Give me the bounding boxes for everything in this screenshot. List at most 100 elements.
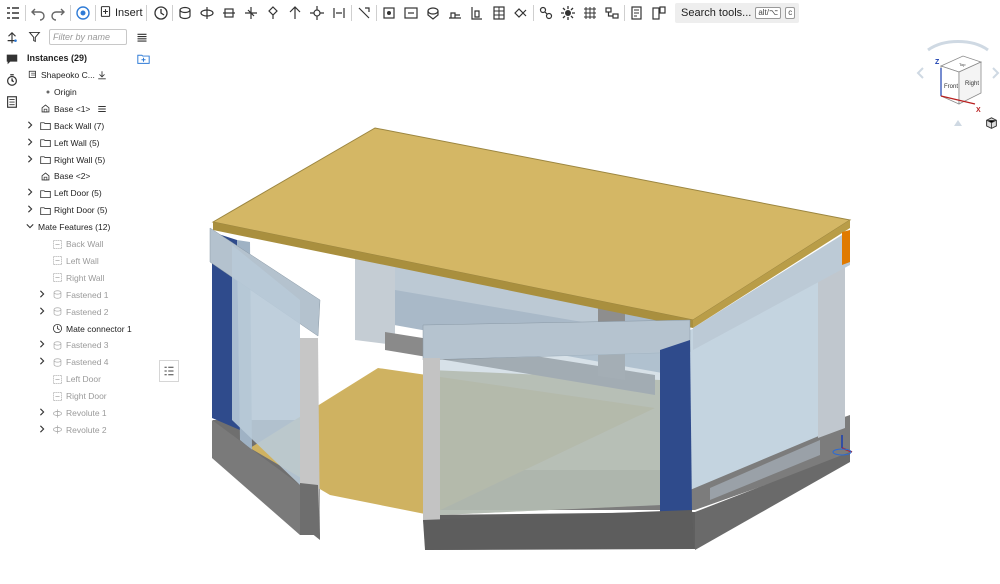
list-view-icon[interactable] [136,31,148,49]
tree-row[interactable]: Back Wall (7) [23,118,157,134]
cube-front-label: Front [944,84,958,90]
rack-pinion-icon[interactable] [489,3,509,23]
named-views-icon[interactable] [602,3,622,23]
redo-icon[interactable] [48,3,68,23]
enclosure-3d-model[interactable] [157,26,1000,584]
tree-row[interactable]: Left Door (5) [23,185,157,201]
section-view-icon[interactable] [580,3,600,23]
tree-row[interactable]: Left Wall (5) [23,135,157,151]
feature-list-icon[interactable] [3,3,23,23]
slider-mate-icon[interactable] [219,3,239,23]
fastened-icon [52,357,63,368]
group-icon [52,272,63,283]
revolute-icon [52,408,63,419]
animation-icon[interactable] [3,71,20,88]
chevron-right-icon[interactable] [25,121,35,131]
revolute-mate-icon[interactable] [197,3,217,23]
tree-row-label: Back Wall (7) [54,120,105,131]
feature-list-toggle[interactable] [159,360,179,382]
tree-row-label: Base <2> [54,171,91,182]
tree-row[interactable]: Right Wall (5) [23,152,157,168]
width-mate-icon[interactable] [379,3,399,23]
tree-row[interactable]: Shapeoko C... [23,67,157,83]
chevron-right-icon[interactable] [25,137,35,148]
chevron-right-icon[interactable] [37,306,47,317]
chevron-right-icon[interactable] [37,357,47,367]
tree-row[interactable]: Mate Features (12) [23,219,157,235]
fastened-mate-icon[interactable] [175,3,195,23]
tree-row[interactable]: Fastened 3 [23,337,157,353]
pin-slot-mate-icon[interactable] [285,3,305,23]
tree-row[interactable]: Back Wall [23,236,157,252]
tree-row[interactable]: Base <1> [23,101,157,117]
folder-icon [40,154,51,165]
chevron-right-icon[interactable] [37,290,47,300]
insert-icon [99,5,112,21]
tree-row-label: Mate Features (12) [38,222,111,233]
list-icon[interactable] [96,103,107,114]
explode-icon[interactable] [627,3,647,23]
tree-row[interactable]: Mate connector 1 [23,321,157,337]
tree-row[interactable]: Left Door [23,371,157,387]
tree-row[interactable]: Fastened 1 [23,287,157,303]
tree-row[interactable]: Right Wall [23,270,157,286]
tree-row[interactable]: Fastened 2 [23,304,157,320]
measure-icon[interactable] [558,3,578,23]
graphics-area[interactable] [157,26,1000,584]
tree-row-label: Right Wall (5) [54,154,106,165]
cylindrical-mate-icon[interactable] [263,3,283,23]
comments-icon[interactable] [3,50,20,67]
tree-row[interactable]: Origin [23,84,157,100]
tree-row[interactable]: Revolute 2 [23,422,157,438]
z-axis-label: Z [935,59,940,66]
fastened-icon [52,306,63,317]
tree-row[interactable]: Revolute 1 [23,405,157,421]
tree-row[interactable]: Right Door (5) [23,202,157,218]
left-door-corner [300,483,320,535]
mate-connector-icon[interactable] [151,3,171,23]
chevron-right-icon[interactable] [37,425,47,435]
back-wall-post-left [355,258,395,345]
tree-row-label: Back Wall [66,239,104,249]
replicate-icon[interactable] [423,3,443,23]
insert-button[interactable]: Insert [99,3,143,23]
tree-row-label: Right Door (5) [54,205,108,216]
bom-icon[interactable] [649,3,669,23]
tree-row[interactable]: Right Door [23,388,157,404]
download-icon[interactable] [96,70,107,81]
undo-icon[interactable] [28,3,48,23]
mate-connector-tool-icon[interactable] [3,29,20,46]
chevron-right-icon[interactable] [37,340,47,350]
planar-mate-icon[interactable] [241,3,261,23]
tree-row-label: Fastened 3 [66,340,109,351]
simulation-icon[interactable] [73,3,93,23]
tree-row-label: Left Wall [66,255,99,266]
group-icon[interactable] [401,3,421,23]
filter-input[interactable] [49,29,127,45]
tangent-mate-icon[interactable] [354,3,374,23]
chevron-down-icon[interactable] [25,222,35,232]
chevron-right-icon[interactable] [37,408,47,418]
linear-relation-icon[interactable] [536,3,556,23]
filter-icon[interactable] [28,30,41,48]
gear-relation-icon[interactable] [467,3,487,23]
tree-row[interactable]: Left Wall [23,253,157,269]
chevron-right-icon[interactable] [25,188,35,198]
tree-row[interactable]: Base <2> [23,168,157,184]
group-icon [52,239,63,250]
ball-mate-icon[interactable] [307,3,327,23]
chevron-right-icon[interactable] [25,154,35,165]
search-tools-button[interactable]: Search tools... alt/⌥ c [675,3,800,23]
right-door-left-stile [423,358,440,522]
bill-of-materials-icon[interactable] [3,93,20,110]
assembly-icon [27,70,38,81]
screw-relation-icon[interactable] [511,3,531,23]
shortcut-key-alt: alt/⌥ [755,7,782,19]
tree-row-label: Revolute 2 [66,424,107,435]
view-options-cube-icon[interactable] [985,117,998,135]
chevron-right-icon[interactable] [25,205,35,215]
view-cube[interactable]: Top Front Right Z X [913,38,1000,128]
mate-relation-icon[interactable] [445,3,465,23]
tree-row[interactable]: Fastened 4 [23,354,157,370]
parallel-mate-icon[interactable] [329,3,349,23]
